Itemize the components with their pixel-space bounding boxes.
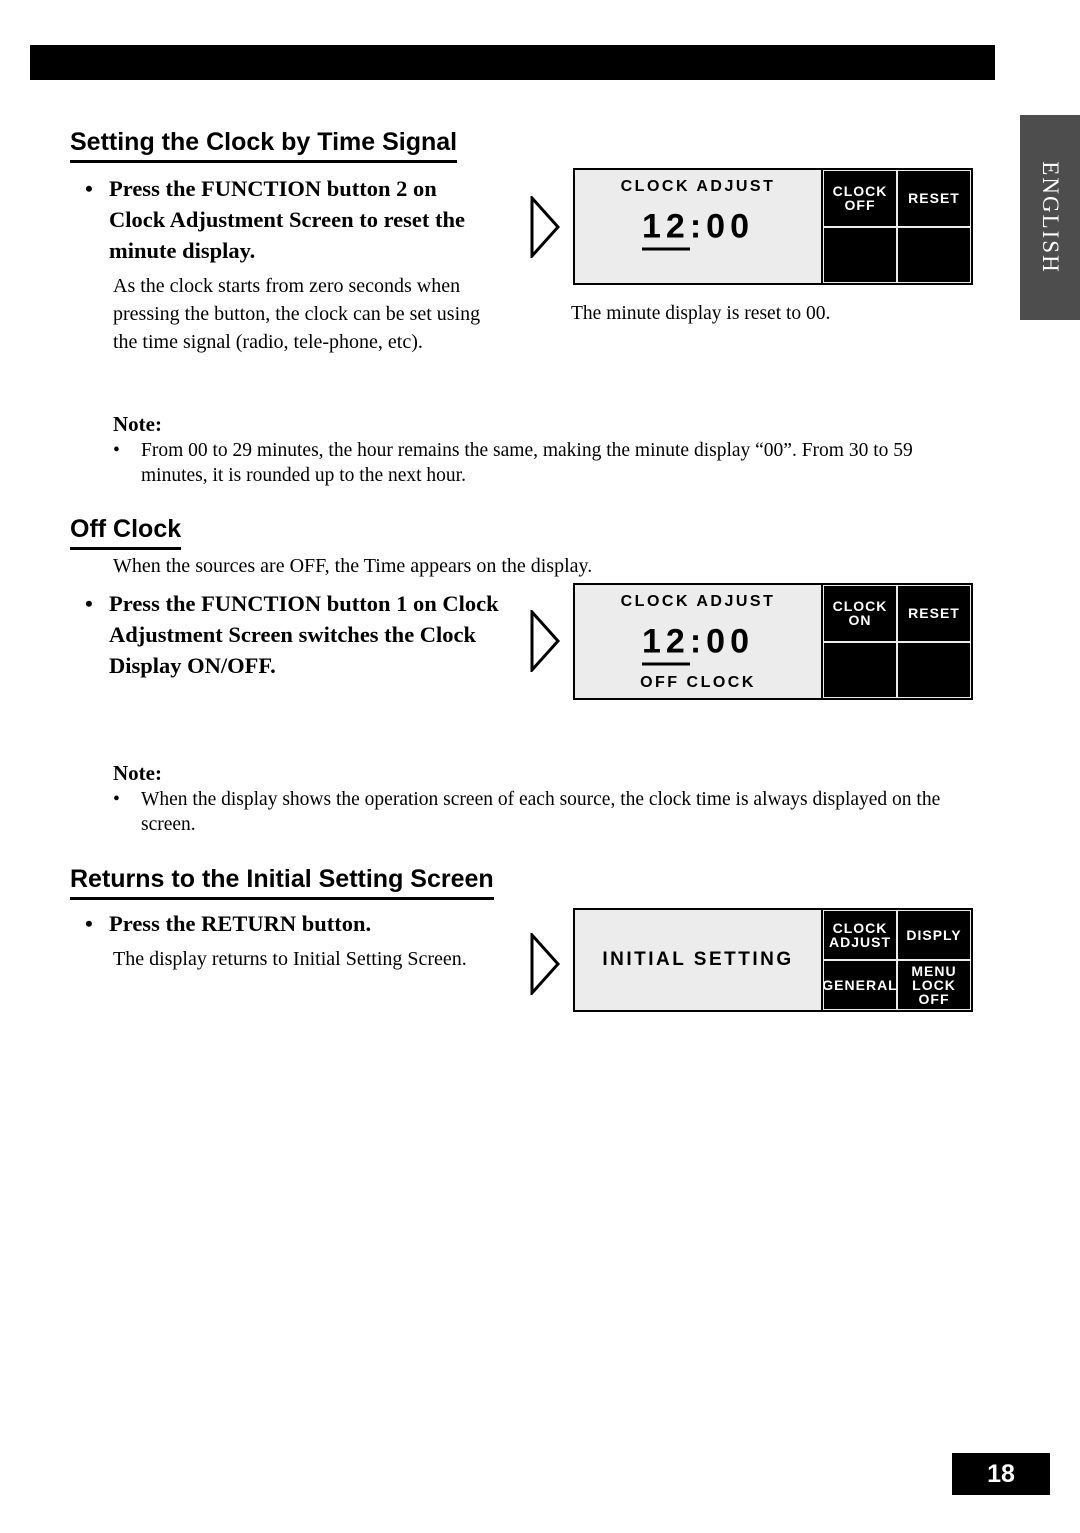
- lcd-3-button-menu-lock[interactable]: MENU LOCK OFF: [897, 960, 971, 1010]
- arrow-icon-2: [530, 610, 560, 672]
- section-2-bullet-text: Press the FUNCTION button 1 on Clock Adj…: [109, 591, 499, 678]
- lcd-1-button-row-bottom: [823, 226, 971, 283]
- lcd-2-button-row-top: CLOCK ON RESET: [823, 585, 971, 642]
- section-3-body: The display returns to Initial Setting S…: [113, 948, 467, 970]
- lcd-3-button-row-bottom: GENERAL MENU LOCK OFF: [823, 960, 971, 1010]
- lcd-2-button-clock-on[interactable]: CLOCK ON: [823, 585, 897, 642]
- lcd-2-screen-area: CLOCK ADJUST 12:00 OFF CLOCK: [575, 585, 821, 698]
- note-2-text: When the display shows the operation scr…: [141, 789, 941, 835]
- lcd-1-title: CLOCK ADJUST: [620, 178, 776, 195]
- lcd-1-button-clock-off-line2: OFF: [844, 197, 876, 214]
- lcd-3-button-menu-lock-line2: OFF: [918, 991, 950, 1007]
- note-label-2: Note:: [113, 761, 162, 785]
- lcd-2-clock-hour: 12: [642, 622, 690, 665]
- lcd-1-button-reset-line1: RESET: [908, 190, 960, 207]
- lcd-1-clock-hour: 12: [642, 207, 690, 250]
- lcd-3-button-grid: CLOCK ADJUST DISPLY GENERAL MENU LOCK OF…: [821, 910, 971, 1010]
- section-1-bullet: • Press the FUNCTION button 2 on Clock A…: [85, 173, 485, 266]
- lcd-1-button-empty-1[interactable]: [823, 226, 897, 283]
- lcd-1-button-row-top: CLOCK OFF RESET: [823, 170, 971, 227]
- lcd-3-button-row-top: CLOCK ADJUST DISPLY: [823, 910, 971, 960]
- language-side-tab: ENGLISH: [1020, 115, 1080, 320]
- lcd-2-button-row-bottom: [823, 641, 971, 698]
- note-1-text: From 00 to 29 minutes, the hour remains …: [141, 440, 913, 486]
- lcd-1-clock: 12:00: [642, 207, 754, 250]
- lcd-1-clock-sep: :: [689, 207, 707, 245]
- lcd-display-2: CLOCK ADJUST 12:00 OFF CLOCK CLOCK ON RE…: [573, 583, 973, 700]
- lcd-1-button-reset[interactable]: RESET: [897, 170, 971, 227]
- lcd-display-3: INITIAL SETTING CLOCK ADJUST DISPLY GENE…: [573, 908, 973, 1012]
- lcd-1-button-empty-2[interactable]: [897, 226, 971, 283]
- note-1: • From 00 to 29 minutes, the hour remain…: [113, 438, 978, 488]
- lcd-display-1: CLOCK ADJUST 12:00 CLOCK OFF RESET: [573, 168, 973, 285]
- lcd-1-clock-min: 00: [706, 207, 754, 245]
- lcd-3-button-general[interactable]: GENERAL: [823, 960, 897, 1010]
- bullet-dot-3: •: [85, 911, 93, 936]
- lcd-3-button-clock-adjust-line1: CLOCK: [832, 920, 888, 936]
- section-title-returns-initial-setting: Returns to the Initial Setting Screen: [70, 865, 494, 900]
- lcd-2-clock-sep: :: [689, 622, 707, 660]
- note-label-1: Note:: [113, 412, 162, 436]
- section-3-bullet: • Press the RETURN button.: [85, 908, 505, 939]
- page-number: 18: [952, 1453, 1050, 1495]
- lcd-3-button-disply-line1: DISPLY: [906, 927, 962, 943]
- lcd-2-button-clock-on-line1: CLOCK: [832, 598, 888, 615]
- lcd-1-button-clock-off[interactable]: CLOCK OFF: [823, 170, 897, 227]
- lcd-2-clock: 12:00: [642, 622, 754, 665]
- lcd-1-button-grid: CLOCK OFF RESET: [821, 170, 971, 283]
- note-bullet-dot-2: •: [113, 789, 120, 810]
- section-2-intro: When the sources are OFF, the Time appea…: [113, 555, 593, 577]
- lcd-2-clock-min: 00: [706, 622, 754, 660]
- lcd-3-center-text: INITIAL SETTING: [602, 949, 794, 970]
- lcd-2-button-empty-1[interactable]: [823, 641, 897, 698]
- section-3-bullet-text: Press the RETURN button.: [109, 911, 372, 936]
- section-2-bullet: • Press the FUNCTION button 1 on Clock A…: [85, 588, 505, 681]
- lcd-2-button-grid: CLOCK ON RESET: [821, 585, 971, 698]
- section-title-setting-clock-time-signal: Setting the Clock by Time Signal: [70, 128, 458, 163]
- lcd-3-button-general-line1: GENERAL: [823, 977, 897, 993]
- section-title-off-clock: Off Clock: [70, 515, 182, 550]
- lcd-1-screen-area: CLOCK ADJUST 12:00: [575, 170, 821, 283]
- bullet-dot: •: [85, 176, 93, 201]
- lcd-2-button-empty-2[interactable]: [897, 641, 971, 698]
- language-side-tab-label: ENGLISH: [1038, 161, 1063, 274]
- bullet-dot-2: •: [85, 591, 93, 616]
- lcd-3-screen-area: INITIAL SETTING: [575, 910, 821, 1010]
- top-black-bar: [30, 45, 995, 80]
- lcd-2-button-reset-line1: RESET: [908, 605, 960, 622]
- lcd-3-button-menu-lock-line1: MENU LOCK: [911, 963, 957, 993]
- lcd-2-bottom-label: OFF CLOCK: [640, 674, 756, 691]
- caption-1: The minute display is reset to 00.: [571, 303, 831, 324]
- lcd-2-button-clock-on-line2: ON: [848, 612, 872, 629]
- note-bullet-dot-1: •: [113, 440, 120, 461]
- lcd-3-button-clock-adjust[interactable]: CLOCK ADJUST: [823, 910, 897, 960]
- arrow-icon-1: [530, 196, 560, 258]
- lcd-1-button-clock-off-line1: CLOCK: [832, 183, 888, 200]
- lcd-3-button-clock-adjust-line2: ADJUST: [828, 934, 891, 950]
- lcd-2-button-reset[interactable]: RESET: [897, 585, 971, 642]
- lcd-3-button-disply[interactable]: DISPLY: [897, 910, 971, 960]
- section-1-bullet-text: Press the FUNCTION button 2 on Clock Adj…: [109, 176, 465, 263]
- lcd-2-title: CLOCK ADJUST: [620, 593, 776, 610]
- note-2: • When the display shows the operation s…: [113, 787, 978, 837]
- arrow-icon-3: [530, 933, 560, 995]
- section-1-body: As the clock starts from zero seconds wh…: [113, 275, 481, 353]
